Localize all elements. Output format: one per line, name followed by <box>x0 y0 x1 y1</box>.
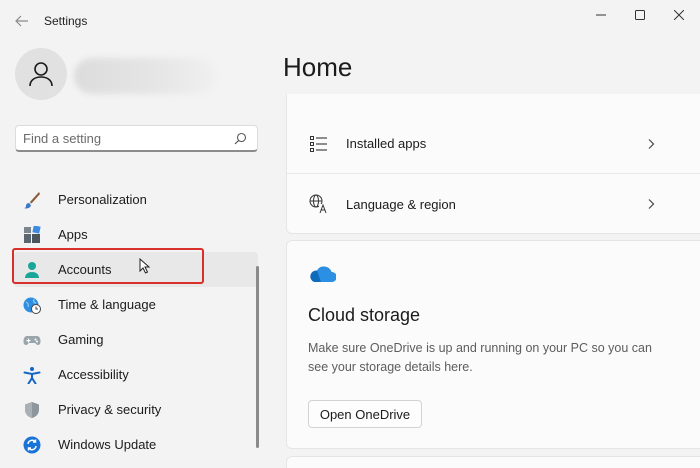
sidebar-item-label: Personalization <box>58 192 147 207</box>
sidebar-item-label: Apps <box>58 227 88 242</box>
next-card <box>286 456 700 468</box>
sidebar-item-personalization[interactable]: Personalization <box>14 182 258 217</box>
back-button[interactable] <box>8 8 36 34</box>
sidebar-item-windows-update[interactable]: Windows Update <box>14 427 258 462</box>
mouse-cursor-icon <box>139 258 151 274</box>
sidebar-item-accessibility[interactable]: Accessibility <box>14 357 258 392</box>
cloud-storage-title: Cloud storage <box>308 305 421 325</box>
title-bar: Settings <box>0 0 700 42</box>
sidebar-item-label: Time & language <box>58 297 156 312</box>
chevron-right-icon <box>648 199 655 209</box>
user-icon <box>29 62 53 87</box>
close-icon <box>674 10 684 20</box>
search-icon[interactable] <box>234 132 247 145</box>
sidebar-item-label: Privacy & security <box>58 402 162 417</box>
sidebar-item-label: Windows Update <box>58 437 157 452</box>
list-icon <box>309 134 329 154</box>
page-title: Home <box>283 52 353 82</box>
update-icon <box>22 435 42 455</box>
close-button[interactable] <box>656 0 700 30</box>
maximize-icon <box>635 10 645 20</box>
cloud-storage-card: Cloud storage Make sure OneDrive is up a… <box>286 240 700 449</box>
back-arrow-icon <box>15 15 28 27</box>
app-title: Settings <box>44 14 88 28</box>
gamepad-icon <box>22 330 42 350</box>
installed-apps-row[interactable]: Installed apps <box>287 114 700 174</box>
minimize-icon <box>596 14 606 16</box>
language-region-row[interactable]: Language & region <box>287 174 700 234</box>
chevron-right-icon <box>648 138 655 149</box>
avatar[interactable] <box>15 48 67 100</box>
accessibility-icon <box>22 365 42 385</box>
accounts-icon <box>22 260 42 280</box>
paintbrush-icon <box>22 190 42 210</box>
language-icon <box>309 194 329 214</box>
language-region-label: Language & region <box>346 196 456 212</box>
shield-icon <box>22 400 42 420</box>
search-box[interactable] <box>15 125 258 152</box>
settings-card: Installed apps Language & region <box>286 94 700 234</box>
search-input[interactable] <box>23 130 228 147</box>
sidebar-item-apps[interactable]: Apps <box>14 217 258 252</box>
sidebar-scrollbar[interactable] <box>256 266 259 448</box>
sidebar-item-gaming[interactable]: Gaming <box>14 322 258 357</box>
sidebar-item-accounts[interactable]: Accounts <box>14 252 258 287</box>
onedrive-cloud-icon <box>310 266 336 283</box>
globe-clock-icon <box>22 295 42 315</box>
open-onedrive-button[interactable]: Open OneDrive <box>308 400 422 428</box>
username-redacted <box>74 58 216 94</box>
sidebar-item-label: Accessibility <box>58 367 129 382</box>
sidebar-item-time-language[interactable]: Time & language <box>14 287 258 322</box>
sidebar-item-privacy-security[interactable]: Privacy & security <box>14 392 258 427</box>
installed-apps-label: Installed apps <box>346 136 427 151</box>
cloud-storage-description: Make sure OneDrive is up and running on … <box>308 341 652 374</box>
sidebar-nav: Personalization Apps Accounts Time & lan… <box>14 182 258 462</box>
apps-icon <box>22 225 42 245</box>
sidebar-item-label: Gaming <box>58 332 104 347</box>
sidebar-item-label: Accounts <box>58 262 112 277</box>
